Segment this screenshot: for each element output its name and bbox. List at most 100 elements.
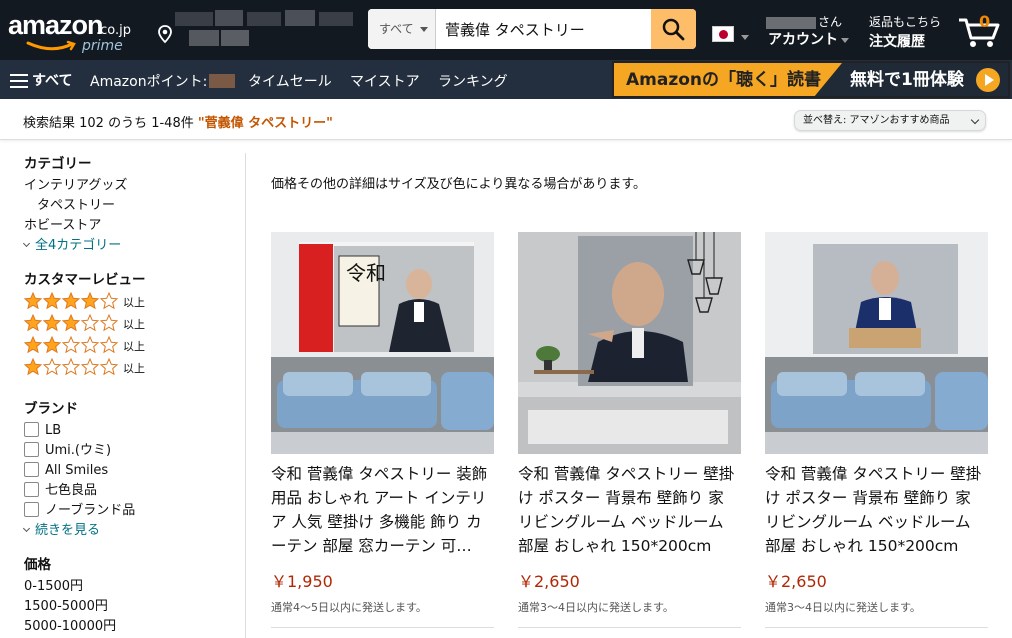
- product-price: ￥1,950: [271, 572, 333, 591]
- brand-checkbox-nanairo[interactable]: 七色良品: [24, 481, 135, 501]
- product-image[interactable]: 令和: [271, 232, 494, 454]
- smile-arrow-icon: [26, 40, 76, 51]
- brand-heading: ブランド: [24, 401, 78, 417]
- results-summary: 検索結果 102 のうち 1-48件 "菅義偉 タペストリー": [23, 116, 333, 131]
- product-card: 令和 菅義偉 タペストリー 壁掛け ポスター 背景布 壁飾り 家 リビングルーム…: [518, 232, 741, 628]
- orders-label: 注文履歴: [869, 34, 925, 50]
- logo-wordmark: amazon: [8, 10, 104, 40]
- brand-checkbox-lb[interactable]: LB: [24, 421, 135, 441]
- returns-label: 返品もこちら: [869, 15, 942, 29]
- chevron-down-icon: [420, 27, 428, 32]
- star-rating-icon: [23, 335, 119, 354]
- hamburger-icon: [10, 74, 28, 88]
- search-input[interactable]: [436, 9, 651, 49]
- checkbox[interactable]: [24, 442, 39, 457]
- top-header: amazon .co.jp prime すべて 菅義偉 タペストリー さん アカ…: [0, 0, 1012, 60]
- category-heading: カテゴリー: [24, 156, 92, 172]
- product-title[interactable]: 令和 菅義偉 タペストリー 壁掛け ポスター 背景布 壁飾り 家 リビングルーム…: [518, 462, 741, 558]
- review-heading: カスタマーレビュー: [24, 272, 146, 288]
- brand-checkbox-umi[interactable]: Umi.(ウミ): [24, 441, 135, 461]
- product-card: 令和 菅義偉 タペストリー 壁掛け ポスター 背景布 壁飾り 家 リビングルーム…: [765, 232, 988, 628]
- nav-ranking[interactable]: ランキング: [438, 71, 508, 91]
- tapestry-photo: [518, 232, 741, 454]
- shipping-info: 通常3～4日以内に発送します。: [518, 601, 674, 614]
- category-interior[interactable]: インテリアグッズ: [24, 176, 127, 196]
- review-filter-4-stars[interactable]: 以上: [23, 291, 146, 314]
- price-heading: 価格: [24, 557, 51, 573]
- chevron-down-icon: [841, 37, 849, 43]
- search-button[interactable]: [651, 9, 696, 49]
- orders-link[interactable]: 返品もこちら 注文履歴: [869, 13, 949, 53]
- price-note: 価格その他の詳細はサイズ及び色により異なる場合があります。: [271, 177, 647, 192]
- product-title[interactable]: 令和 菅義偉 タペストリー 装飾用品 おしゃれ アート インテリア 人気 壁掛け…: [271, 462, 494, 558]
- review-filter-label: 以上: [123, 362, 145, 375]
- search-category-select[interactable]: すべて: [368, 9, 436, 49]
- results-query: "菅義偉 タペストリー": [197, 116, 333, 131]
- search-bar: すべて: [368, 9, 696, 49]
- search-icon: [662, 18, 685, 41]
- checkbox[interactable]: [24, 462, 39, 477]
- price-range-0-1500[interactable]: 0-1500円: [24, 577, 116, 597]
- divider: [271, 627, 494, 628]
- checkbox[interactable]: [24, 422, 39, 437]
- points-value-blurred: [209, 74, 236, 88]
- account-label: アカウント: [768, 29, 849, 49]
- chevron-down-icon[interactable]: [741, 35, 749, 40]
- nav-amazon-points[interactable]: Amazonポイント:: [90, 71, 236, 91]
- chevron-down-icon: [22, 239, 31, 248]
- brand-checkbox-no-brand[interactable]: ノーブランド品: [24, 501, 135, 521]
- checkbox[interactable]: [24, 482, 39, 497]
- cart-button[interactable]: 0: [957, 12, 1007, 52]
- sort-label: 並べ替え: アマゾンおすすめ商品: [803, 115, 950, 126]
- japan-flag-icon[interactable]: [712, 26, 734, 42]
- review-filter-2-stars[interactable]: 以上: [23, 335, 146, 358]
- star-rating-icon: [23, 313, 119, 332]
- cart-count: 0: [979, 12, 991, 31]
- logo-prime: prime: [82, 38, 123, 54]
- review-filter-label: 以上: [123, 318, 145, 331]
- star-rating-icon: [23, 291, 119, 310]
- all-categories-link[interactable]: 全4カテゴリー: [22, 236, 127, 256]
- brand-checkbox-all-smiles[interactable]: All Smiles: [24, 461, 135, 481]
- audible-promo-banner[interactable]: Amazonの「聴く」読書 無料で1冊体験: [612, 61, 1010, 98]
- play-icon: [976, 68, 1000, 92]
- product-card: 令和 令和 菅義偉 タペストリー 装飾用品 おしゃれ アート インテリア 人気 …: [271, 232, 494, 628]
- account-menu[interactable]: さん アカウント: [766, 13, 856, 53]
- shipping-info: 通常4～5日以内に発送します。: [271, 601, 427, 614]
- price-range-1500-5000[interactable]: 1500-5000円: [24, 597, 116, 617]
- star-rating-icon: [23, 357, 119, 376]
- poster-text: 令和: [346, 261, 386, 285]
- logo-tld: .co.jp: [96, 23, 132, 38]
- product-price: ￥2,650: [765, 572, 827, 591]
- all-menu-label: すべて: [32, 73, 73, 89]
- search-category-label: すべて: [379, 22, 414, 36]
- price-range-5000-10000[interactable]: 5000-10000円: [24, 617, 116, 637]
- banner-left-text: Amazonの「聴く」読書: [614, 63, 844, 96]
- category-hobby[interactable]: ホビーストア: [24, 216, 127, 236]
- review-filter-1-stars[interactable]: 以上: [23, 357, 146, 380]
- delivery-address-blurred[interactable]: [175, 10, 353, 52]
- product-image[interactable]: [518, 232, 741, 454]
- location-pin-icon[interactable]: [155, 24, 175, 44]
- sort-dropdown[interactable]: 並べ替え: アマゾンおすすめ商品: [794, 110, 986, 131]
- amazon-logo[interactable]: amazon .co.jp prime: [8, 10, 148, 54]
- tapestry-photo: [765, 232, 988, 454]
- nav-time-sale[interactable]: タイムセール: [248, 71, 332, 91]
- checkbox[interactable]: [24, 502, 39, 517]
- review-filter-label: 以上: [123, 340, 145, 353]
- review-filter-label: 以上: [123, 296, 145, 309]
- all-menu-button[interactable]: すべて: [10, 70, 72, 90]
- category-tapestry[interactable]: タペストリー: [24, 196, 127, 216]
- product-title[interactable]: 令和 菅義偉 タペストリー 壁掛け ポスター 背景布 壁飾り 家 リビングルーム…: [765, 462, 988, 558]
- review-filter-3-stars[interactable]: 以上: [23, 313, 146, 336]
- divider: [765, 627, 988, 628]
- chevron-down-icon: [22, 524, 31, 533]
- divider: [518, 627, 741, 628]
- account-greeting: さん: [766, 13, 842, 30]
- nav-my-store[interactable]: マイストア: [350, 71, 420, 91]
- chevron-down-icon: [970, 115, 980, 125]
- product-price: ￥2,650: [518, 572, 580, 591]
- see-more-brands-link[interactable]: 続きを見る: [22, 521, 135, 541]
- shipping-info: 通常3～4日以内に発送します。: [765, 601, 921, 614]
- product-image[interactable]: [765, 232, 988, 454]
